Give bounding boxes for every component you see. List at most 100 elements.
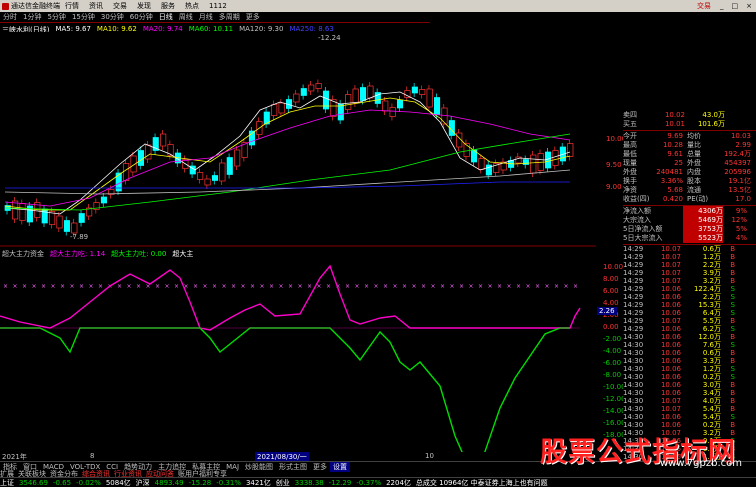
tick-time: 14:30 bbox=[623, 413, 644, 421]
tick-price: 10.06 bbox=[660, 301, 681, 309]
threshold-x-marker: × bbox=[32, 283, 37, 290]
stat-value: 205996 bbox=[724, 167, 751, 176]
menu-item-hot[interactable]: 热点 bbox=[180, 1, 204, 11]
threshold-x-marker: × bbox=[573, 283, 578, 290]
threshold-x-marker: × bbox=[127, 283, 132, 290]
tab-monthly[interactable]: 月线 bbox=[196, 12, 216, 22]
candle-body bbox=[389, 107, 396, 117]
tick-time: 14:29 bbox=[623, 301, 644, 309]
candle-body bbox=[41, 208, 48, 224]
trade-button[interactable]: 交易 bbox=[692, 1, 716, 11]
tick-time: 14:30 bbox=[623, 405, 644, 413]
indicator-current-marker: 2.26 bbox=[597, 307, 617, 315]
tick-side: B bbox=[730, 333, 735, 341]
tick-time: 14:30 bbox=[623, 341, 644, 349]
subtab-industry[interactable]: 行业资讯 bbox=[114, 469, 142, 478]
tick-price: 10.06 bbox=[660, 381, 681, 389]
threshold-x-marker: × bbox=[136, 283, 141, 290]
candle-body bbox=[367, 85, 374, 99]
tab-daily[interactable]: 日线 bbox=[156, 12, 176, 22]
candle-body bbox=[359, 87, 367, 101]
tab-30min[interactable]: 30分钟 bbox=[98, 12, 127, 22]
tab-more-indicators[interactable]: 更多 bbox=[310, 462, 330, 472]
hs-pct: -0.31% bbox=[216, 478, 241, 487]
flow-row: 5日大宗流入 5523万 4% bbox=[623, 232, 756, 243]
tab-settings[interactable]: 设置 bbox=[330, 461, 351, 472]
candle-body bbox=[271, 104, 278, 116]
subtab-news[interactable]: 综合资讯 bbox=[82, 469, 110, 478]
bid-label: 买五 bbox=[623, 119, 637, 128]
hs-label: 沪深 bbox=[135, 478, 150, 487]
threshold-x-marker: × bbox=[260, 283, 265, 290]
minimize-icon[interactable]: _ bbox=[716, 2, 728, 10]
candle-body bbox=[552, 150, 559, 166]
ind-tick: 0.00 bbox=[603, 323, 619, 331]
threshold-x-marker: × bbox=[507, 283, 512, 290]
threshold-x-marker: × bbox=[298, 283, 303, 290]
tab-1min[interactable]: 1分钟 bbox=[20, 12, 44, 22]
candle-body bbox=[211, 175, 219, 181]
candle-body bbox=[300, 88, 307, 96]
stat-value: 10.28 bbox=[662, 140, 683, 149]
tab-main-chart[interactable]: 形式主图 bbox=[276, 462, 310, 472]
hs-value: 4893.49 bbox=[154, 478, 184, 487]
menu-item-trade[interactable]: 交易 bbox=[108, 1, 132, 11]
bid-vol: 101.6万 bbox=[697, 119, 725, 128]
subtab-welfare[interactable]: 账用户福利专享 bbox=[178, 469, 227, 478]
threshold-x-marker: × bbox=[41, 283, 46, 290]
tab-multi-period[interactable]: 多周期 bbox=[216, 12, 243, 22]
candle-body bbox=[100, 196, 107, 204]
threshold-x-marker: × bbox=[402, 283, 407, 290]
menu-item-discover[interactable]: 发现 bbox=[132, 1, 156, 11]
threshold-x-marker: × bbox=[70, 283, 75, 290]
maximize-icon[interactable]: □ bbox=[728, 2, 743, 10]
threshold-x-marker: × bbox=[222, 283, 227, 290]
price-chart[interactable]: -12.24 -7.89 bbox=[0, 32, 596, 247]
subtab-extend[interactable]: 扩展 bbox=[0, 469, 14, 478]
tick-time: 14:29 bbox=[623, 317, 644, 325]
tab-15min[interactable]: 15分钟 bbox=[69, 12, 98, 22]
cy-value: 3338.38 bbox=[294, 478, 324, 487]
app-brand: 通达信金融终端 bbox=[0, 1, 60, 11]
tick-price: 10.07 bbox=[660, 253, 681, 261]
close-icon[interactable]: × bbox=[742, 2, 756, 10]
threshold-x-marker: × bbox=[488, 283, 493, 290]
indicator-chart[interactable]: × × × × × × × × × × × × × × × × × × × × × × × × × × × × × × × × × × × × × × × ×… bbox=[0, 258, 596, 452]
quote-panel: 卖四 10.02 43.0万 买五 10.01 101.6万 今开 9.69 均价 1… bbox=[623, 110, 756, 462]
menu-item-quotes[interactable]: 行情 bbox=[60, 1, 84, 11]
tick-price: 10.06 bbox=[660, 421, 681, 429]
tab-5min[interactable]: 5分钟 bbox=[44, 12, 68, 22]
tick-price: 10.06 bbox=[660, 413, 681, 421]
candle-body bbox=[78, 213, 85, 223]
tick-side: B bbox=[730, 397, 735, 405]
tab-stock-chart[interactable]: 炒股能图 bbox=[242, 462, 276, 472]
tick-price: 10.07 bbox=[660, 277, 681, 285]
threshold-x-marker: × bbox=[22, 283, 27, 290]
tab-intraday[interactable]: 分时 bbox=[0, 12, 20, 22]
tick-time: 14:30 bbox=[623, 389, 644, 397]
candle-body bbox=[315, 83, 322, 89]
tick-time: 14:30 bbox=[623, 349, 644, 357]
subtab-fund-dist[interactable]: 资金分布 bbox=[50, 469, 78, 478]
tab-more[interactable]: 更多 bbox=[243, 12, 263, 22]
cy-label: 创业 bbox=[275, 478, 290, 487]
subtab-qa[interactable]: 应动问答 bbox=[146, 469, 174, 478]
watermark-url: www.7gpzb.com bbox=[660, 458, 742, 469]
tick-price: 10.06 bbox=[660, 341, 681, 349]
menu-item-news[interactable]: 资讯 bbox=[84, 1, 108, 11]
menu-item-service[interactable]: 服务 bbox=[156, 1, 180, 11]
threshold-x-marker: × bbox=[478, 283, 483, 290]
candle-body bbox=[434, 97, 441, 115]
tab-weekly[interactable]: 周线 bbox=[176, 12, 196, 22]
tick-price: 10.06 bbox=[660, 365, 681, 373]
menu-item-code[interactable]: 1112 bbox=[204, 2, 232, 10]
candle-body bbox=[478, 158, 485, 170]
subtab-related[interactable]: 关联板块 bbox=[18, 469, 46, 478]
flow-pct: 12% bbox=[731, 215, 747, 224]
threshold-x-marker: × bbox=[535, 283, 540, 290]
bid-price: 10.01 bbox=[664, 119, 685, 128]
tick-time: 14:29 bbox=[623, 253, 644, 261]
threshold-x-marker: × bbox=[497, 283, 502, 290]
threshold-x-marker: × bbox=[383, 283, 388, 290]
tab-60min[interactable]: 60分钟 bbox=[127, 12, 156, 22]
